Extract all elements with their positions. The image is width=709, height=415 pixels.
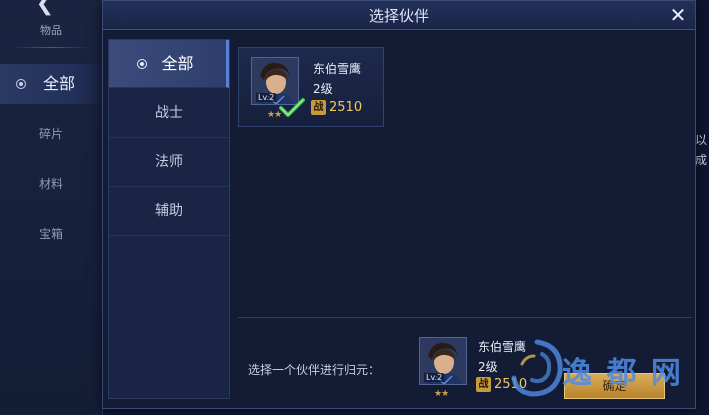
sidebar-item-chests[interactable]: 宝箱 (0, 214, 102, 254)
watermark-text: 逸 都 网 (562, 356, 683, 391)
radio-selected-icon (137, 59, 147, 69)
background-sidebar: ❮ 物品 全部 碎片 材料 宝箱 (0, 0, 103, 415)
radio-selected-icon (16, 79, 26, 89)
sidebar-item-all[interactable]: 全部 (0, 64, 102, 104)
selection-prompt: 选择一个伙伴进行归元： (248, 363, 381, 377)
tab-support[interactable]: 辅助 (109, 187, 229, 236)
sidebar-section-title: 物品 (0, 22, 102, 48)
site-watermark: 逸 都 网 (502, 330, 702, 410)
dialog-header: 选择伙伴 ✕ (103, 1, 695, 30)
sidebar-item-materials[interactable]: 材料 (0, 164, 102, 204)
selected-partner-portrait: Lv.2 (419, 337, 467, 385)
tab-all[interactable]: 全部 (109, 40, 229, 88)
sidebar-item-fragments[interactable]: 碎片 (0, 114, 102, 154)
partner-grid: Lv.2 ★★ 东伯雪鹰 2级 战 2510 (238, 45, 693, 315)
category-tabs: 全部 战士 法师 辅助 (108, 39, 230, 399)
star-rating-icon: ★★ (434, 389, 449, 399)
checkmark-icon (279, 98, 305, 117)
power-icon: 战 (476, 377, 491, 392)
partner-name: 东伯雪鹰 (313, 62, 362, 76)
divider (238, 317, 692, 318)
power-icon: 战 (311, 99, 326, 115)
partner-level: 2级 (313, 82, 333, 96)
partner-card[interactable]: Lv.2 ★★ 东伯雪鹰 2级 战 2510 (238, 47, 384, 127)
background-right-text: 以 成 (695, 133, 708, 167)
selected-partner-level: 2级 (478, 360, 498, 374)
tab-mage[interactable]: 法师 (109, 138, 229, 187)
power-value: 2510 (329, 99, 363, 115)
back-arrow-icon[interactable]: ❮ (30, 0, 60, 15)
dialog-title: 选择伙伴 (368, 7, 429, 25)
close-icon[interactable]: ✕ (667, 4, 689, 26)
partner-level-badge: Lv.2 (256, 93, 277, 102)
partner-level-badge: Lv.2 (424, 373, 445, 382)
partner-power: 战 2510 (311, 99, 362, 115)
tab-warrior[interactable]: 战士 (109, 89, 229, 138)
